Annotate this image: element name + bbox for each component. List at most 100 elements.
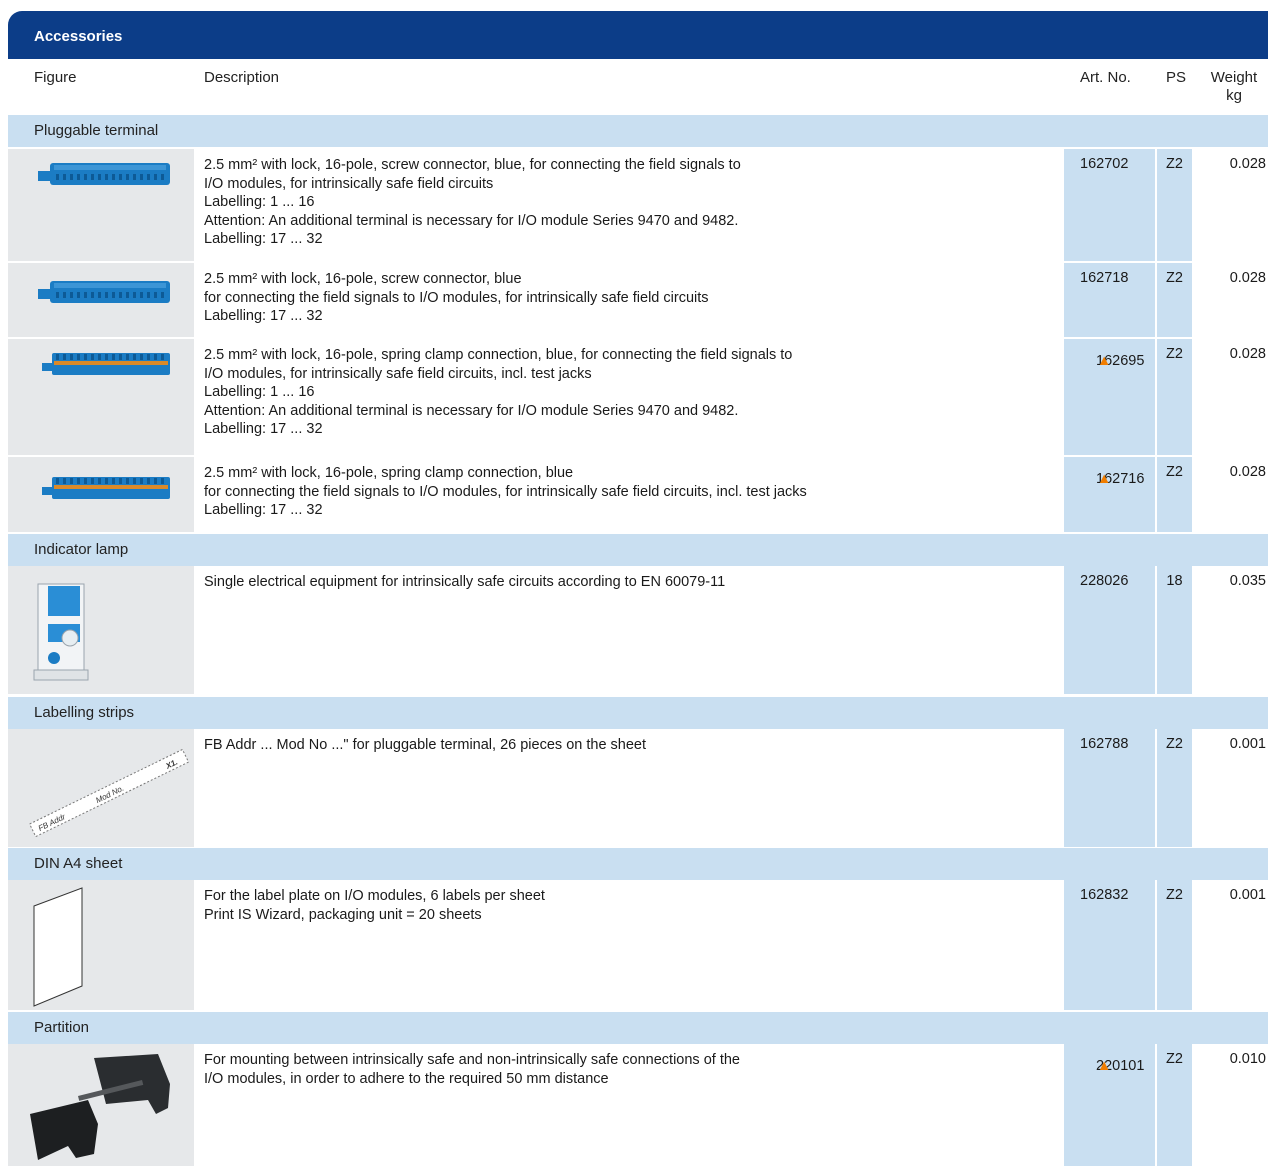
table-row: FB Addr Mod No. X1. FB Addr ... Mod No .… [8,729,1268,847]
ps-cell: Z2 [1157,880,1192,1010]
row-description: 2.5 mm² with lock, 16-pole, screw connec… [204,156,1054,249]
ps-value: Z2 [1166,1051,1183,1067]
ps-value: Z2 [1166,736,1183,752]
a4-sheet-icon [33,887,83,1007]
ps-value: Z2 [1166,346,1183,362]
screw-terminal-icon [38,163,170,185]
figure-cell: FB Addr Mod No. X1. [8,729,194,847]
figure-cell [8,263,194,337]
weight-value: 0.028 [1229,156,1266,172]
description-line: for connecting the field signals to I/O … [204,483,807,500]
ps-value: 18 [1166,573,1183,589]
row-description: For mounting between intrinsically safe … [204,1051,1054,1088]
figure-cell [8,457,194,532]
header-figure: Figure [34,69,77,86]
figure-cell [8,1044,194,1166]
table-row: For the label plate on I/O modules, 6 la… [8,880,1268,1010]
ps-cell: Z2 [1157,457,1192,532]
category-indicator-lamp: Indicator lamp [8,534,1268,566]
art-no: 228026 [1080,573,1129,589]
weight-value: 0.028 [1229,464,1266,480]
art-no: 162788 [1080,736,1129,752]
description-line: 2.5 mm² with lock, 16-pole, spring clamp… [204,347,793,363]
ps-cell: Z2 [1157,1044,1192,1166]
description-line: Attention: An additional terminal is nec… [204,402,739,419]
row-description: 2.5 mm² with lock, 16-pole, spring clamp… [204,464,1054,520]
art-no-cell: 162702 [1064,149,1155,261]
art-no: 162718 [1080,270,1129,286]
description-line: Labelling: 17 ... 32 [204,502,323,519]
figure-cell [8,880,194,1010]
description-line: I/O modules, in order to adhere to the r… [204,1070,609,1087]
art-no-cell: 162788 [1064,729,1155,847]
description-line: Labelling: 17 ... 32 [204,231,323,248]
labelling-strip-icon: FB Addr Mod No. X1. [28,748,190,838]
ps-cell: 18 [1157,566,1192,694]
header-ps: PS [1166,69,1187,86]
header-weight-unit: kg [1226,87,1242,104]
new-product-marker-icon: ▲ [1097,1058,1112,1074]
ps-value: Z2 [1166,464,1183,480]
table-header: Figure Description Art. No. PS Weight kg [8,59,1268,115]
description-line: Single electrical equipment for intrinsi… [204,574,726,590]
description-line: FB Addr ... Mod No ..." for pluggable te… [204,737,647,753]
art-no-cell: 162832 [1064,880,1155,1010]
section-title: Accessories [8,11,1268,59]
description-line: Labelling: 17 ... 32 [204,308,323,325]
figure-cell [8,149,194,261]
indicator-lamp-icon [33,583,89,681]
header-art-no: Art. No. [1080,69,1131,86]
description-line: Labelling: 1 ... 16 [204,194,315,211]
art-no-cell: 162718 [1064,263,1155,337]
description-line: For mounting between intrinsically safe … [204,1052,740,1068]
weight-value: 0.010 [1229,1051,1266,1067]
description-line: Print IS Wizard, packaging unit = 20 she… [204,906,482,923]
partition-icon [30,1054,170,1160]
weight-value: 0.028 [1229,270,1266,286]
description-line: I/O modules, for intrinsically safe fiel… [204,175,494,192]
header-weight-label: Weight [1210,69,1258,86]
art-no-cell: 162716 ▲ [1064,457,1155,532]
screw-terminal-icon [38,281,170,303]
ps-value: Z2 [1166,270,1183,286]
description-line: Labelling: 17 ... 32 [204,421,323,438]
art-no: 162832 [1080,887,1129,903]
row-description: FB Addr ... Mod No ..." for pluggable te… [204,736,1054,755]
ps-cell: Z2 [1157,263,1192,337]
category-din-a4-sheet: DIN A4 sheet [8,848,1268,880]
row-description: 2.5 mm² with lock, 16-pole, spring clamp… [204,346,1054,439]
header-weight: Weight kg [1204,69,1264,105]
spring-terminal-icon [42,477,170,499]
description-line: for connecting the field signals to I/O … [204,289,709,306]
category-pluggable-terminal: Pluggable terminal [8,115,1268,147]
art-no: 162702 [1080,156,1129,172]
figure-cell [8,566,194,694]
category-partition: Partition [8,1012,1268,1044]
weight-value: 0.035 [1229,573,1266,589]
weight-value: 0.001 [1229,887,1266,903]
ps-cell: Z2 [1157,729,1192,847]
ps-value: Z2 [1166,887,1183,903]
category-labelling-strips: Labelling strips [8,697,1268,729]
accessories-page: Accessories Figure Description Art. No. … [0,0,1268,1166]
description-line: I/O modules, for intrinsically safe fiel… [204,365,592,382]
ps-value: Z2 [1166,156,1183,172]
art-no-cell: 220101 ▲ [1064,1044,1155,1166]
spring-terminal-icon [42,353,170,375]
description-line: For the label plate on I/O modules, 6 la… [204,888,545,904]
art-no-cell: 162695 ▲ [1064,339,1155,455]
ps-cell: Z2 [1157,149,1192,261]
figure-cell [8,339,194,455]
table-row: 2.5 mm² with lock, 16-pole, spring clamp… [8,339,1268,455]
weight-value: 0.001 [1229,736,1266,752]
art-no-cell: 228026 [1064,566,1155,694]
new-product-marker-icon: ▲ [1097,353,1112,369]
description-line: 2.5 mm² with lock, 16-pole, spring clamp… [204,465,574,481]
ps-cell: Z2 [1157,339,1192,455]
table-row: Single electrical equipment for intrinsi… [8,566,1268,694]
header-description: Description [204,69,280,86]
description-line: 2.5 mm² with lock, 16-pole, screw connec… [204,157,741,173]
description-line: Labelling: 1 ... 16 [204,384,315,401]
description-line: Attention: An additional terminal is nec… [204,212,739,229]
row-description: Single electrical equipment for intrinsi… [204,573,1054,592]
